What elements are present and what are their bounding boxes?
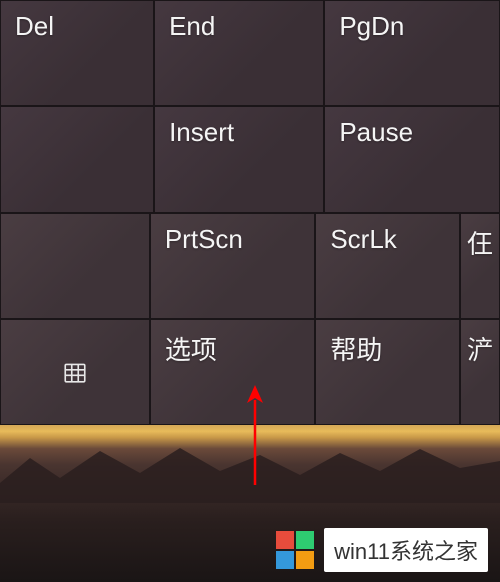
key-label: 选项	[165, 330, 217, 367]
key-label: PgDn	[339, 11, 404, 42]
end-key[interactable]: End	[154, 0, 324, 106]
onscreen-keyboard: Del End PgDn Insert Pause PrtScn ScrLk 仼	[0, 0, 500, 425]
key-label: PrtScn	[165, 224, 243, 255]
key-label: 帮助	[330, 330, 382, 367]
key-row-1: Del End PgDn	[0, 0, 500, 106]
calendar-key[interactable]	[0, 319, 150, 425]
calendar-icon	[62, 359, 88, 385]
empty-key-2[interactable]	[0, 213, 150, 319]
key-label: ScrLk	[330, 224, 396, 255]
empty-key[interactable]	[0, 106, 154, 212]
logo-square-red	[276, 531, 294, 549]
logo-square-yellow	[296, 551, 314, 569]
key-label: Del	[15, 11, 54, 42]
key-label: End	[169, 11, 215, 42]
logo-square-green	[296, 531, 314, 549]
help-key[interactable]: 帮助	[315, 319, 460, 425]
watermark-text: win11系统之家	[324, 528, 488, 572]
key-row-4: 选项 帮助 浐	[0, 319, 500, 425]
pause-key[interactable]: Pause	[324, 106, 500, 212]
key-label: 仼	[467, 224, 493, 261]
prtscn-key[interactable]: PrtScn	[150, 213, 315, 319]
partial-key-2[interactable]: 浐	[460, 319, 500, 425]
logo-square-blue	[276, 551, 294, 569]
key-label: Insert	[169, 117, 234, 148]
partial-key-1[interactable]: 仼	[460, 213, 500, 319]
options-key[interactable]: 选项	[150, 319, 315, 425]
key-label: Pause	[339, 117, 413, 148]
desktop-wallpaper: win11系统之家	[0, 425, 500, 582]
key-row-3: PrtScn ScrLk 仼	[0, 213, 500, 319]
mountain-silhouette-icon	[0, 443, 500, 503]
windows-logo-icon	[276, 531, 314, 569]
key-row-2: Insert Pause	[0, 106, 500, 212]
key-label: 浐	[467, 330, 493, 367]
scrlk-key[interactable]: ScrLk	[315, 213, 460, 319]
del-key[interactable]: Del	[0, 0, 154, 106]
pgdn-key[interactable]: PgDn	[324, 0, 500, 106]
watermark-logo: win11系统之家	[276, 528, 488, 572]
insert-key[interactable]: Insert	[154, 106, 324, 212]
